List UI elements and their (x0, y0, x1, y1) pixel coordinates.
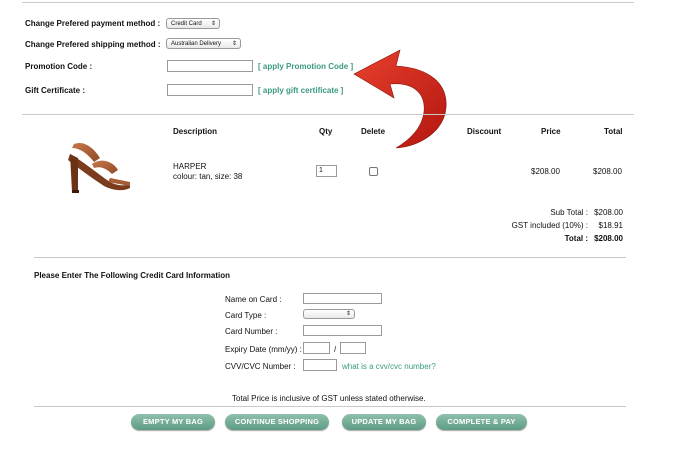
shipping-method-value: Australian Delivery (171, 41, 222, 47)
col-delete: Delete (361, 127, 386, 136)
col-qty: Qty (319, 127, 333, 136)
cvv-input[interactable] (303, 359, 337, 371)
update-bag-button[interactable]: UPDATE MY BAG (342, 414, 426, 430)
select-arrows-icon: ⇕ (345, 311, 351, 317)
payment-method-select[interactable]: Credit Card ⇕ (166, 18, 220, 29)
card-type-select[interactable]: ⇕ (303, 309, 355, 319)
card-number-input[interactable] (303, 325, 382, 336)
top-divider (22, 2, 634, 3)
expiry-month-input[interactable] (303, 342, 330, 354)
shipping-method-label: Change Prefered shipping method : (25, 40, 161, 49)
gst-note: Total Price is inclusive of GST unless s… (232, 394, 426, 403)
promo-code-label: Promotion Code : (25, 62, 93, 71)
col-price: Price (541, 127, 561, 136)
item-name: HARPER (173, 162, 207, 171)
col-description: Description (173, 127, 218, 136)
card-section-heading: Please Enter The Following Credit Card I… (34, 271, 231, 280)
select-arrows-icon: ⇕ (231, 41, 237, 47)
qty-input[interactable]: 1 (316, 165, 337, 177)
card-number-label: Card Number : (225, 327, 278, 336)
cvv-label: CVV/CVC Number : (225, 362, 296, 371)
footer-divider (34, 406, 626, 407)
total-label: Total : (564, 234, 588, 243)
card-type-label: Card Type : (225, 311, 267, 320)
subtotal-value: $208.00 (594, 208, 623, 217)
cart-top-divider (22, 114, 634, 115)
empty-bag-button[interactable]: EMPTY MY BAG (131, 414, 215, 430)
col-discount: Discount (467, 127, 502, 136)
expiry-year-input[interactable] (340, 342, 366, 354)
name-on-card-label: Name on Card : (225, 295, 282, 304)
complete-pay-button[interactable]: COMPLETE & PAY (436, 414, 527, 430)
continue-shopping-button[interactable]: CONTINUE SHOPPING (225, 414, 329, 430)
name-on-card-input[interactable] (303, 293, 382, 304)
item-price: $208.00 (531, 167, 560, 176)
col-total: Total (604, 127, 623, 136)
expiry-separator: / (334, 345, 337, 354)
item-total: $208.00 (593, 167, 622, 176)
select-arrows-icon: ⇕ (210, 21, 216, 27)
cvv-help-link[interactable]: what is a cvv/cvc number? (342, 362, 436, 371)
gst-value: $18.91 (598, 221, 623, 230)
shipping-method-select[interactable]: Australian Delivery ⇕ (166, 38, 241, 49)
gift-certificate-input[interactable] (167, 84, 253, 96)
apply-gift-certificate-link[interactable]: [ apply gift certificate ] (258, 86, 343, 95)
card-section-divider (34, 257, 626, 258)
payment-method-label: Change Prefered payment method : (25, 19, 161, 28)
gst-label: GST included (10%) : (511, 221, 588, 230)
apply-promo-link[interactable]: [ apply Promotion Code ] (258, 62, 353, 71)
payment-method-value: Credit Card (171, 21, 202, 27)
subtotal-label: Sub Total : (550, 208, 588, 217)
gift-certificate-label: Gift Certificate : (25, 86, 86, 95)
item-detail: colour: tan, size: 38 (173, 172, 243, 181)
total-value: $208.00 (594, 234, 623, 243)
promo-code-input[interactable] (167, 60, 253, 72)
expiry-label: Expiry Date (mm/yy) : (225, 345, 302, 354)
red-curved-arrow-icon (353, 49, 447, 149)
delete-checkbox[interactable] (369, 167, 378, 176)
product-image (68, 142, 130, 193)
